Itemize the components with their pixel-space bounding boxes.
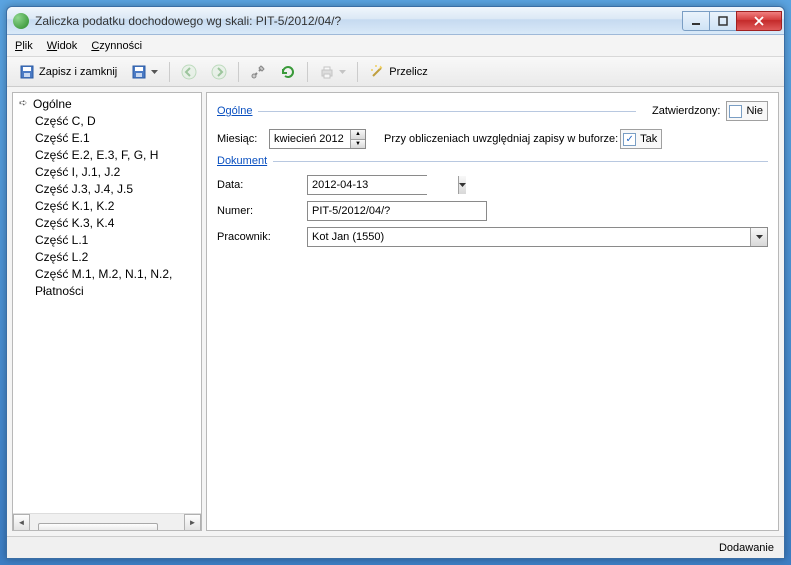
tree-item[interactable]: Część K.3, K.4 (17, 214, 199, 231)
floppy-icon (131, 64, 147, 80)
tree-item[interactable]: Część J.3, J.4, J.5 (17, 180, 199, 197)
date-row: Data: (217, 175, 768, 195)
buffer-value: Tak (640, 133, 657, 145)
section-general-header: Ogólne Zatwierdzony: Nie (217, 101, 768, 121)
horizontal-scrollbar[interactable]: ◄ ► (13, 513, 201, 530)
statusbar: Dodawanie (7, 536, 784, 558)
tools-icon (250, 64, 266, 80)
worker-label: Pracownik: (217, 231, 307, 243)
separator (357, 62, 358, 82)
sidebar: ➪ Ogólne Część C, D Część E.1 Część E.2,… (12, 92, 202, 531)
content-area: ➪ Ogólne Część C, D Część E.1 Część E.2,… (7, 87, 784, 536)
menu-view[interactable]: Widok (47, 40, 78, 52)
tree-item[interactable]: Płatności (17, 282, 199, 299)
floppy-icon (19, 64, 35, 80)
month-input[interactable] (270, 130, 350, 148)
chevron-down-icon (151, 70, 158, 74)
tree-item[interactable]: Część C, D (17, 112, 199, 129)
status-mode: Dodawanie (719, 542, 774, 554)
month-row: Miesiąc: ▲ ▼ Przy obliczeniach uwzględni… (217, 129, 768, 149)
recalc-button[interactable]: Przelicz (363, 60, 434, 84)
titlebar[interactable]: Zaliczka podatku dochodowego wg skali: P… (7, 7, 784, 35)
month-label: Miesiąc: (217, 133, 269, 145)
worker-select[interactable] (307, 227, 768, 247)
print-button[interactable] (313, 60, 352, 84)
chevron-down-icon[interactable] (458, 176, 466, 194)
section-document-header: Dokument (217, 155, 768, 167)
date-picker[interactable] (307, 175, 427, 195)
checkbox-icon: ✓ (623, 133, 636, 146)
app-icon (13, 13, 29, 29)
approved-value: Nie (746, 105, 763, 117)
chevron-down-icon[interactable] (750, 228, 767, 246)
arrow-right-icon (211, 64, 227, 80)
number-input[interactable] (307, 201, 487, 221)
expand-icon[interactable]: ➪ (19, 98, 33, 109)
close-button[interactable] (736, 11, 782, 31)
worker-row: Pracownik: (217, 227, 768, 247)
section-tree[interactable]: ➪ Ogólne Część C, D Część E.1 Część E.2,… (13, 93, 201, 513)
tree-root[interactable]: ➪ Ogólne (17, 95, 199, 112)
buffer-checkbox[interactable]: ✓ Tak (620, 129, 662, 149)
save-close-label: Zapisz i zamknij (39, 66, 117, 78)
menubar: Plik Widok Czynności (7, 35, 784, 57)
tree-root-label: Ogólne (33, 97, 72, 111)
date-label: Data: (217, 179, 307, 191)
save-close-button[interactable]: Zapisz i zamknij (13, 60, 123, 84)
menu-actions[interactable]: Czynności (91, 40, 142, 52)
number-label: Numer: (217, 205, 307, 217)
tools-button[interactable] (244, 60, 272, 84)
section-general-link[interactable]: Ogólne (217, 105, 252, 117)
menu-file[interactable]: Plik (15, 40, 33, 52)
printer-icon (319, 64, 335, 80)
tree-item[interactable]: Część L.2 (17, 248, 199, 265)
minimize-button[interactable] (682, 11, 710, 31)
arrow-left-icon (181, 64, 197, 80)
window-title: Zaliczka podatku dochodowego wg skali: P… (35, 14, 683, 28)
recalc-label: Przelicz (389, 66, 428, 78)
checkbox-icon (729, 105, 742, 118)
maximize-button[interactable] (709, 11, 737, 31)
tree-item[interactable]: Część I, J.1, J.2 (17, 163, 199, 180)
separator (307, 62, 308, 82)
nav-back-button[interactable] (175, 60, 203, 84)
nav-forward-button[interactable] (205, 60, 233, 84)
number-row: Numer: (217, 201, 768, 221)
main-panel: Ogólne Zatwierdzony: Nie Miesiąc: ▲ ▼ (206, 92, 779, 531)
tree-item[interactable]: Część E.1 (17, 129, 199, 146)
wand-icon (369, 64, 385, 80)
spinner-up-icon[interactable]: ▲ (351, 130, 365, 140)
scroll-thumb[interactable] (38, 523, 158, 531)
spinner-down-icon[interactable]: ▼ (351, 140, 365, 149)
separator (238, 62, 239, 82)
app-window: Zaliczka podatku dochodowego wg skali: P… (6, 6, 785, 559)
tree-item[interactable]: Część K.1, K.2 (17, 197, 199, 214)
worker-input[interactable] (308, 228, 750, 246)
save-button[interactable] (125, 60, 164, 84)
buffer-label: Przy obliczeniach uwzględniaj zapisy w b… (384, 133, 618, 145)
refresh-button[interactable] (274, 60, 302, 84)
tree-item[interactable]: Część L.1 (17, 231, 199, 248)
refresh-icon (280, 64, 296, 80)
separator (169, 62, 170, 82)
approved-checkbox[interactable]: Nie (726, 101, 768, 121)
scroll-left-button[interactable]: ◄ (13, 514, 30, 531)
month-spinner[interactable]: ▲ ▼ (269, 129, 366, 149)
tree-item[interactable]: Część M.1, M.2, N.1, N.2, (17, 265, 199, 282)
approved-label: Zatwierdzony: (652, 105, 720, 117)
chevron-down-icon (339, 70, 346, 74)
tree-item[interactable]: Część E.2, E.3, F, G, H (17, 146, 199, 163)
scroll-right-button[interactable]: ► (184, 514, 201, 531)
toolbar: Zapisz i zamknij (7, 57, 784, 87)
date-input[interactable] (308, 176, 458, 194)
section-document-link[interactable]: Dokument (217, 155, 267, 167)
